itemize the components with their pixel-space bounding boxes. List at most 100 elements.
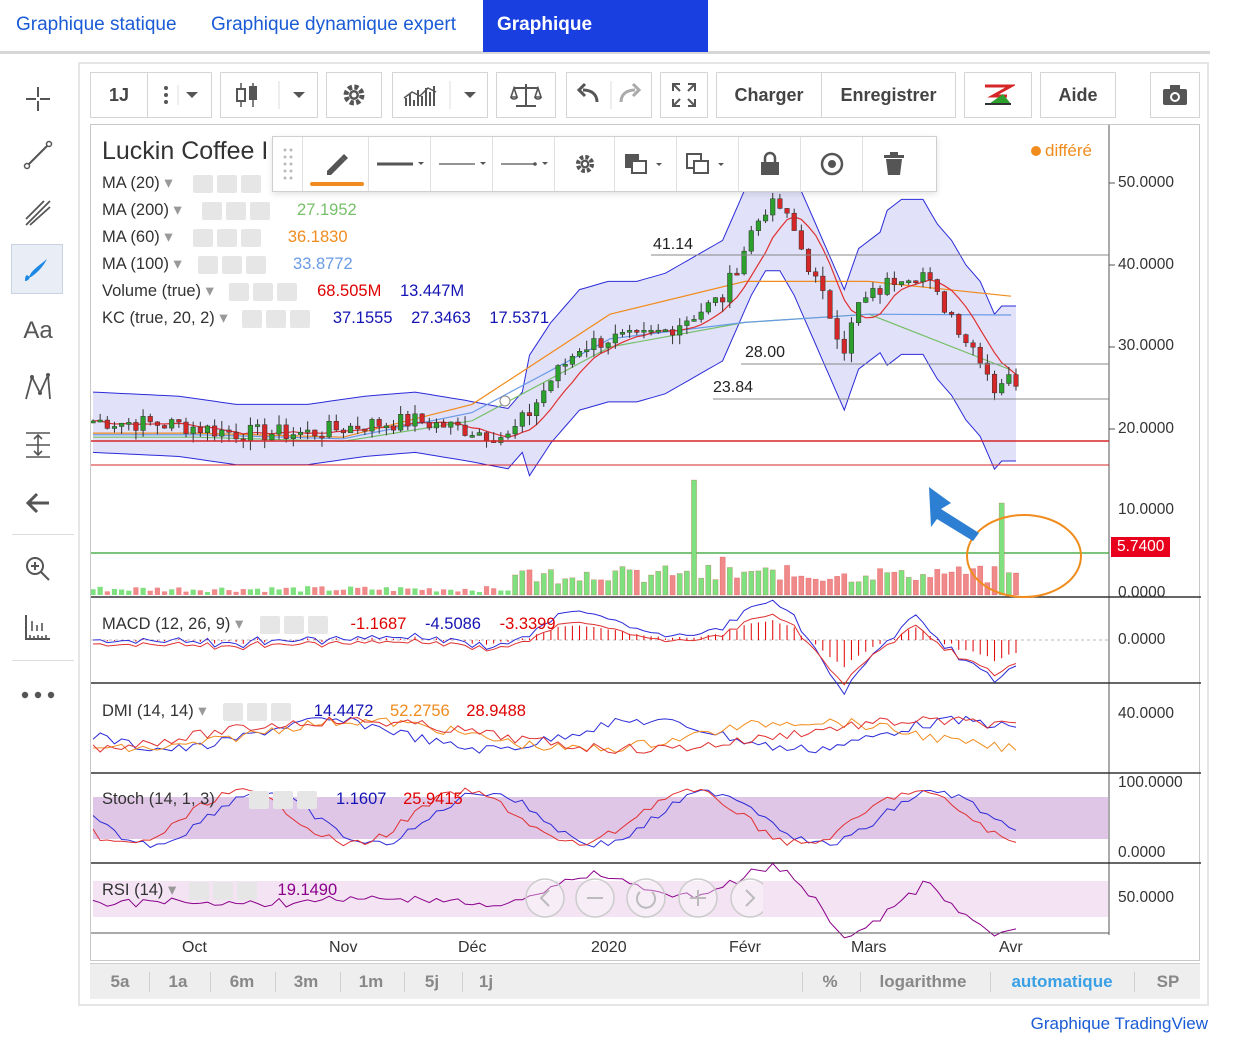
zoom-in-icon[interactable] (12, 544, 64, 594)
stoch-value-1: 1.1607 (336, 790, 387, 808)
volume-bar (591, 579, 597, 596)
legend-volume[interactable]: Volume (true) ▾ 68.505M 13.447M (102, 281, 464, 301)
drag-handle-icon[interactable] (273, 137, 303, 191)
time-axis-label: Oct (182, 939, 207, 956)
chart-canvas[interactable]: Luckin Coffee I différé MA (20) ▾ MA (20… (90, 124, 1201, 961)
more-icon[interactable] (12, 670, 64, 720)
drawing-properties-bar (272, 136, 937, 192)
candle-body (426, 422, 432, 429)
clone-icon[interactable] (677, 137, 739, 191)
measure-icon[interactable] (12, 420, 64, 470)
interval-menu-button[interactable] (148, 72, 212, 118)
volume-bar (805, 577, 812, 596)
range-1y[interactable]: 1a (156, 964, 200, 1000)
volume-bar (626, 569, 633, 596)
tab-dynamic-chart[interactable]: Graphique dynamique (483, 0, 708, 85)
candle-body (662, 329, 668, 332)
legend-ma20[interactable]: MA (20) ▾ (102, 173, 265, 193)
range-1m[interactable]: 1m (348, 964, 394, 1000)
legend-ma200[interactable]: MA (200) ▾ 27.1952 (102, 200, 357, 220)
ruler-icon[interactable] (12, 602, 64, 652)
candle-body (619, 332, 626, 335)
interval-button[interactable]: 1J (90, 72, 148, 118)
range-1d[interactable]: 1j (468, 964, 504, 1000)
legend-ma100[interactable]: MA (100) ▾ 33.8772 (102, 254, 353, 274)
candle-body (834, 318, 840, 340)
pattern-icon[interactable] (12, 362, 64, 412)
volume-bar (633, 569, 640, 596)
annotation-high: 41.14 (653, 236, 694, 253)
logo-icon[interactable] (964, 72, 1032, 118)
candle-body (169, 419, 175, 429)
range-6m[interactable]: 6m (218, 964, 266, 1000)
candle-body (720, 297, 726, 303)
volume-bar (340, 589, 347, 595)
legend-rsi[interactable]: RSI (14) ▾ 19.1490 (102, 880, 337, 900)
scale-sp[interactable]: SP (1144, 964, 1192, 1000)
candle-body (305, 429, 311, 433)
back-arrow-icon[interactable] (12, 478, 64, 528)
help-button[interactable]: Aide (1040, 72, 1116, 118)
volume-bar (326, 590, 332, 595)
scale-automatic[interactable]: automatique (998, 964, 1126, 1000)
compare-scale-icon[interactable] (496, 72, 556, 118)
brush-icon[interactable] (11, 244, 63, 294)
line-width-icon[interactable] (369, 137, 431, 191)
volume-bar (212, 589, 218, 595)
trend-line-icon[interactable] (12, 130, 64, 180)
volume-bar (877, 568, 883, 596)
legend-macd[interactable]: MACD (12, 26, 9) ▾ -1.1687 -4.5086 -3.33… (102, 614, 556, 634)
line-end-icon[interactable] (493, 137, 555, 191)
volume-bar (755, 570, 762, 596)
candle-body (791, 212, 797, 231)
price-axis-label: 0.0000 (1118, 584, 1166, 601)
range-5y[interactable]: 5a (98, 964, 142, 1000)
line-style-icon[interactable] (431, 137, 493, 191)
layer-order-icon[interactable] (615, 137, 677, 191)
volume-bar (219, 587, 225, 595)
volume-bar (433, 591, 440, 595)
candle-body (991, 373, 998, 394)
legend-stoch[interactable]: Stoch (14, 1, 3) 1.1607 25.9415 (102, 790, 463, 809)
text-tool-icon[interactable]: Aa (12, 306, 64, 356)
volume-bar (154, 587, 160, 595)
range-3m[interactable]: 3m (282, 964, 330, 1000)
volume-bar (476, 591, 482, 595)
indicators-button[interactable] (392, 72, 488, 118)
volume-bar (161, 591, 168, 595)
tab-static-chart[interactable]: Graphique statique (2, 0, 191, 52)
anchor-point (499, 395, 511, 407)
candle-body (162, 425, 168, 429)
legend-kc[interactable]: KC (true, 20, 2) ▾ 37.1555 27.3463 17.53… (102, 308, 549, 328)
lock-icon[interactable] (739, 137, 801, 191)
scale-percent[interactable]: % (810, 964, 850, 1000)
trash-icon[interactable] (863, 137, 925, 191)
scale-logarithmic[interactable]: logarithme (866, 964, 980, 1000)
crosshair-icon[interactable] (12, 74, 64, 124)
candle-body (104, 419, 110, 429)
settings-gear-icon[interactable] (326, 72, 382, 118)
tradingview-attribution[interactable]: Graphique TradingView (1031, 1014, 1208, 1034)
load-button[interactable]: Charger (716, 72, 822, 118)
chart-style-button[interactable] (220, 72, 318, 118)
candle-body (433, 422, 439, 429)
candle-body (362, 428, 368, 432)
save-button[interactable]: Enregistrer (822, 72, 956, 118)
camera-icon[interactable] (1150, 72, 1200, 118)
candle-body (734, 272, 740, 276)
range-5d[interactable]: 5j (412, 964, 452, 1000)
legend-dmi[interactable]: DMI (14, 14) ▾ 14.4472 52.2756 28.9488 (102, 701, 526, 721)
pencil-color-icon[interactable] (303, 137, 369, 191)
pitchfork-icon[interactable] (12, 188, 64, 238)
candle-body (212, 425, 218, 437)
fullscreen-icon[interactable] (660, 72, 708, 118)
drawing-settings-gear-icon[interactable] (555, 137, 615, 191)
undo-redo-buttons[interactable] (566, 72, 652, 118)
visibility-eye-icon[interactable] (801, 137, 863, 191)
drawing-toolbar: Aa (2, 62, 80, 1006)
tab-expert-dynamic-chart[interactable]: Graphique dynamique expert (197, 0, 470, 52)
time-axis-label: Nov (329, 939, 358, 956)
candle-body (863, 297, 869, 303)
legend-ma60[interactable]: MA (60) ▾ 36.1830 (102, 227, 348, 247)
candle-body (877, 288, 883, 295)
